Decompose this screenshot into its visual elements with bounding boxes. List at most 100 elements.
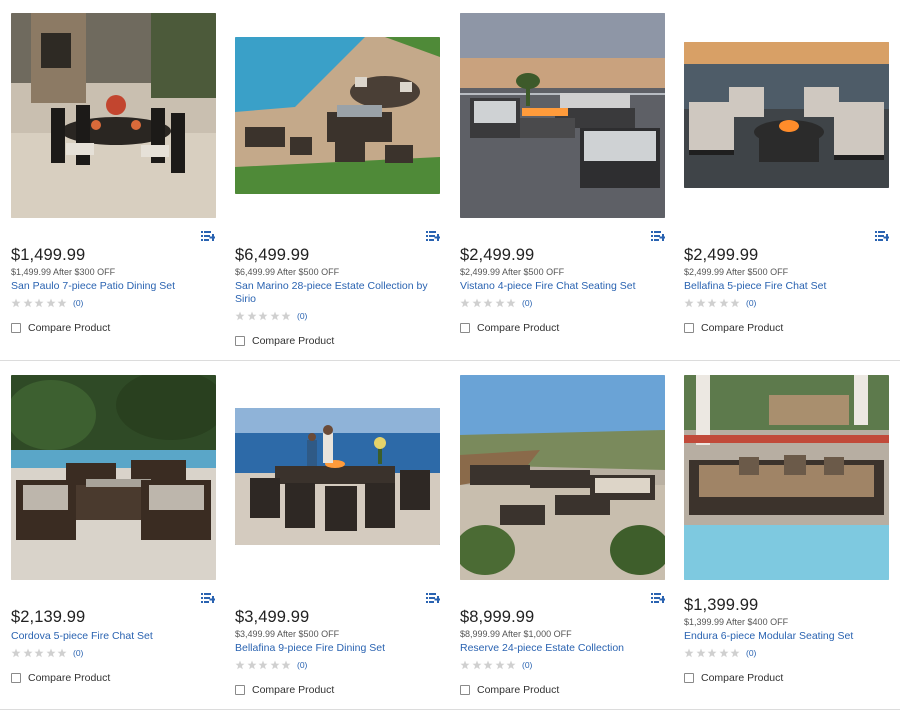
product-title-link[interactable]: Endura 6-piece Modular Seating Set	[684, 630, 889, 643]
product-discount-price: $6,499.99 After $500 OFF	[235, 267, 340, 277]
add-to-list-icon[interactable]	[651, 592, 665, 604]
add-to-list-icon[interactable]	[426, 230, 440, 242]
compare-checkbox[interactable]	[11, 673, 21, 683]
compare-product[interactable]: Compare Product	[235, 335, 334, 347]
star-rating	[235, 660, 291, 670]
product-title-link[interactable]: San Paulo 7-piece Patio Dining Set	[11, 280, 216, 293]
star-rating	[235, 311, 291, 321]
star-icon	[696, 298, 706, 308]
product-rating[interactable]: (0)	[460, 659, 532, 671]
row-divider	[0, 709, 900, 710]
compare-checkbox[interactable]	[460, 685, 470, 695]
review-count[interactable]: (0)	[297, 311, 307, 321]
add-to-list-icon[interactable]	[875, 230, 889, 242]
star-icon	[483, 660, 493, 670]
product-discount-price: $2,499.99 After $500 OFF	[460, 267, 565, 277]
star-icon	[472, 298, 482, 308]
product-title-link[interactable]: Vistano 4-piece Fire Chat Seating Set	[460, 280, 665, 293]
compare-checkbox[interactable]	[684, 323, 694, 333]
product-image[interactable]	[235, 37, 440, 194]
review-count[interactable]: (0)	[522, 298, 532, 308]
product-rating[interactable]: (0)	[460, 297, 532, 309]
compare-product[interactable]: Compare Product	[460, 684, 559, 696]
review-count[interactable]: (0)	[522, 660, 532, 670]
product-price: $2,499.99	[684, 246, 759, 264]
star-icon	[472, 660, 482, 670]
product-title-link[interactable]: Bellafina 9-piece Fire Dining Set	[235, 642, 440, 655]
review-count[interactable]: (0)	[73, 648, 83, 658]
add-to-list-icon[interactable]	[651, 230, 665, 242]
compare-checkbox[interactable]	[235, 336, 245, 346]
compare-label: Compare Product	[477, 684, 560, 696]
star-icon	[684, 648, 694, 658]
product-price: $2,499.99	[460, 246, 535, 264]
star-icon	[11, 648, 21, 658]
product-price: $1,499.99	[11, 246, 86, 264]
star-icon	[57, 298, 67, 308]
star-icon	[460, 298, 470, 308]
product-title-link[interactable]: Reserve 24-piece Estate Collection	[460, 642, 665, 655]
star-icon	[34, 648, 44, 658]
star-icon	[46, 648, 56, 658]
add-to-list-icon[interactable]	[201, 592, 215, 604]
review-count[interactable]: (0)	[746, 298, 756, 308]
row-divider	[0, 360, 900, 361]
compare-product[interactable]: Compare Product	[460, 322, 559, 334]
compare-product[interactable]: Compare Product	[684, 672, 783, 684]
compare-label: Compare Product	[252, 684, 335, 696]
star-icon	[247, 311, 257, 321]
star-icon	[506, 660, 516, 670]
star-icon	[258, 660, 268, 670]
star-icon	[57, 648, 67, 658]
product-discount-price: $1,399.99 After $400 OFF	[684, 617, 789, 627]
product-price: $6,499.99	[235, 246, 310, 264]
product-rating[interactable]: (0)	[235, 659, 307, 671]
star-icon	[696, 648, 706, 658]
star-icon	[495, 298, 505, 308]
compare-checkbox[interactable]	[235, 685, 245, 695]
product-image[interactable]	[684, 42, 889, 188]
review-count[interactable]: (0)	[297, 660, 307, 670]
add-to-list-icon[interactable]	[426, 592, 440, 604]
product-rating[interactable]: (0)	[684, 647, 756, 659]
product-image[interactable]	[235, 408, 440, 545]
star-icon	[730, 648, 740, 658]
star-icon	[11, 298, 21, 308]
product-rating[interactable]: (0)	[684, 297, 756, 309]
star-icon	[247, 660, 257, 670]
product-discount-price: $3,499.99 After $500 OFF	[235, 629, 340, 639]
review-count[interactable]: (0)	[73, 298, 83, 308]
star-icon	[46, 298, 56, 308]
product-discount-price: $1,499.99 After $300 OFF	[11, 267, 116, 277]
compare-product[interactable]: Compare Product	[11, 672, 110, 684]
product-image[interactable]	[460, 13, 665, 218]
compare-checkbox[interactable]	[460, 323, 470, 333]
product-image[interactable]	[11, 13, 216, 218]
compare-product[interactable]: Compare Product	[235, 684, 334, 696]
compare-checkbox[interactable]	[11, 323, 21, 333]
star-icon	[34, 298, 44, 308]
star-icon	[460, 660, 470, 670]
product-rating[interactable]: (0)	[11, 647, 83, 659]
compare-product[interactable]: Compare Product	[11, 322, 110, 334]
compare-product[interactable]: Compare Product	[684, 322, 783, 334]
star-icon	[258, 311, 268, 321]
product-rating[interactable]: (0)	[11, 297, 83, 309]
star-icon	[270, 660, 280, 670]
product-rating[interactable]: (0)	[235, 310, 307, 322]
compare-label: Compare Product	[28, 322, 111, 334]
product-title-link[interactable]: Cordova 5-piece Fire Chat Set	[11, 630, 216, 643]
product-image[interactable]	[11, 375, 216, 580]
product-title-link[interactable]: Bellafina 5-piece Fire Chat Set	[684, 280, 889, 293]
star-icon	[270, 311, 280, 321]
star-icon	[707, 648, 717, 658]
star-icon	[684, 298, 694, 308]
product-image[interactable]	[460, 375, 665, 580]
product-image[interactable]	[684, 375, 889, 580]
product-title-link[interactable]: San Marino 28-piece Estate Collection by…	[235, 280, 440, 306]
add-to-list-icon[interactable]	[201, 230, 215, 242]
star-rating	[684, 298, 740, 308]
review-count[interactable]: (0)	[746, 648, 756, 658]
star-icon	[23, 298, 33, 308]
compare-checkbox[interactable]	[684, 673, 694, 683]
